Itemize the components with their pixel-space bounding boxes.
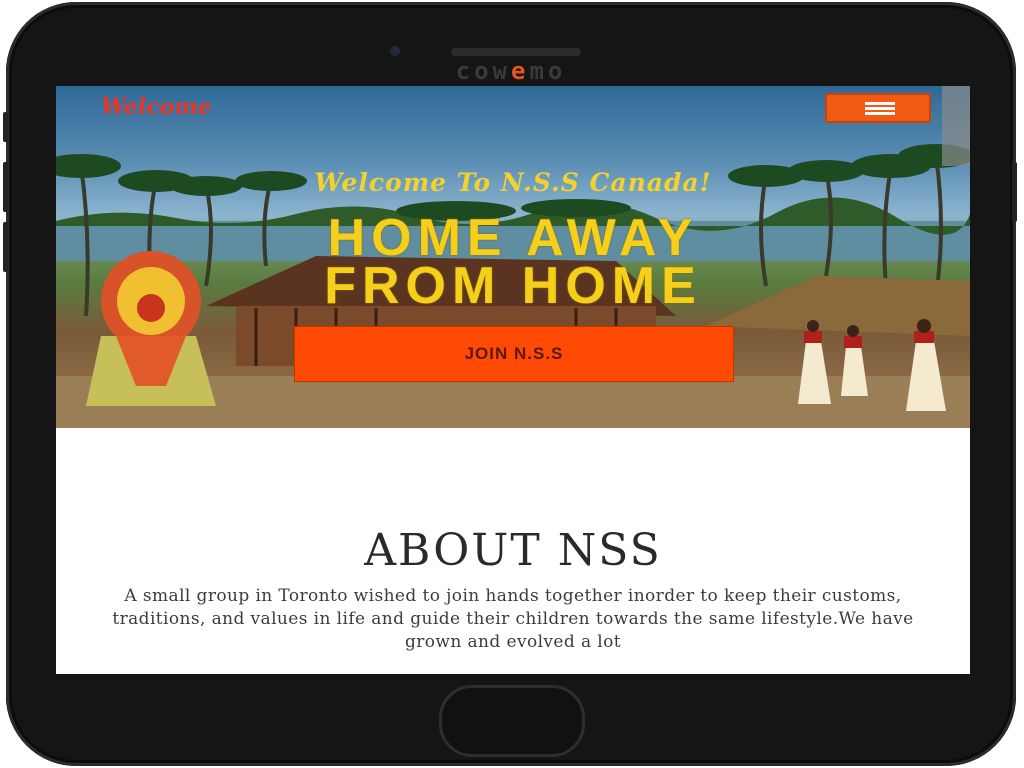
device-brand-label: cowemo — [455, 57, 567, 85]
scrollbar[interactable] — [942, 86, 970, 166]
hero-tagline: Welcome To N.S.S Canada! — [314, 168, 712, 197]
site-logo[interactable]: Welcome — [101, 94, 212, 120]
earpiece-speaker — [451, 48, 581, 56]
about-heading: ABOUT NSS — [364, 525, 662, 576]
join-nss-button[interactable]: JOIN N.S.S — [294, 326, 734, 382]
hero-headline-line1: HOME AWAY — [327, 209, 699, 267]
phone-home-button[interactable] — [439, 685, 585, 757]
phone-volume-down-button — [3, 222, 8, 272]
phone-power-button — [1012, 162, 1017, 222]
phone-mute-switch — [3, 112, 8, 142]
phone-screen: Welcome Welcome To N.S.S Canada! HOME AW… — [56, 86, 970, 674]
hero-headline-line2: FROM HOME — [324, 257, 702, 315]
about-paragraph: A small group in Toronto wished to join … — [112, 586, 914, 652]
hero-banner: Welcome Welcome To N.S.S Canada! HOME AW… — [56, 86, 970, 428]
hero-headline: HOME AWAY FROM HOME — [56, 209, 970, 315]
hamburger-menu-icon — [865, 102, 895, 105]
front-camera — [390, 46, 400, 56]
hamburger-menu-button[interactable] — [825, 93, 931, 123]
phone-volume-up-button — [3, 162, 8, 212]
